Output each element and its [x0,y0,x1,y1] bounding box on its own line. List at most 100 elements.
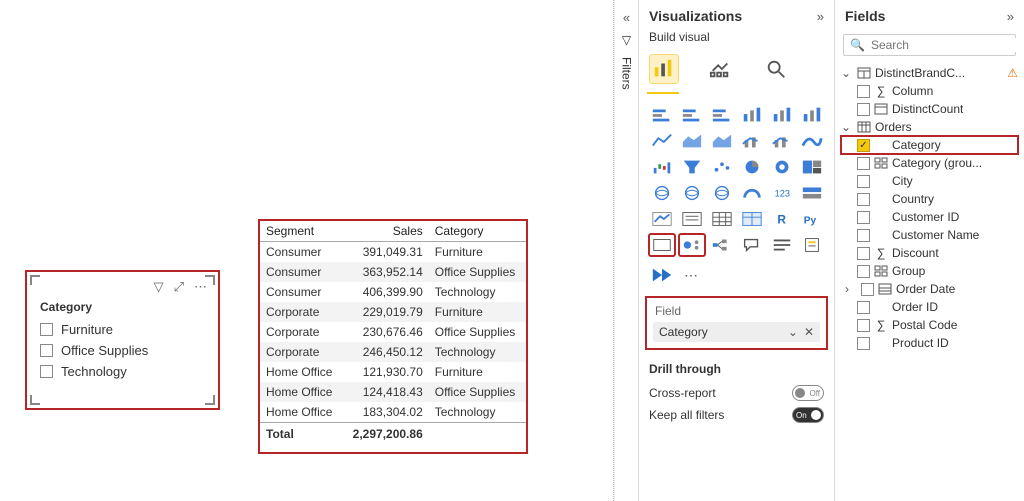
field-node[interactable]: ∑Discount [841,244,1018,262]
column-header[interactable]: Segment [260,221,342,242]
field-node[interactable]: Order ID [841,298,1018,316]
viz-python-visual[interactable] [649,234,675,256]
viz-area[interactable] [679,130,705,152]
viz-powerautomate[interactable] [649,264,675,286]
viz-area-stacked[interactable] [709,130,735,152]
checkbox[interactable] [40,365,53,378]
viz-waterfall[interactable] [649,156,675,178]
field-checkbox[interactable] [857,265,870,278]
viz-ribbon[interactable] [799,130,825,152]
slicer-visual[interactable]: ▽ ⤢ ⋯ Category FurnitureOffice SuppliesT… [25,270,220,410]
field-checkbox[interactable] [857,319,870,332]
viz-line-col2[interactable] [769,130,795,152]
remove-field-icon[interactable]: ✕ [804,325,814,339]
chevron-down-icon[interactable]: ⌄ [841,66,853,80]
field-node[interactable]: Country [841,190,1018,208]
viz-bar100[interactable] [709,104,735,126]
format-visual-tab[interactable] [705,54,735,84]
viz-decomp[interactable] [709,234,735,256]
checkbox[interactable] [40,344,53,357]
field-checkbox[interactable] [857,247,870,260]
field-checkbox[interactable] [861,283,874,296]
viz-gauge[interactable] [739,182,765,204]
viz-treemap[interactable] [799,156,825,178]
field-checkbox[interactable] [857,229,870,242]
field-node[interactable]: ∑Postal Code [841,316,1018,334]
build-visual-tab[interactable] [649,54,679,84]
viz-slicer[interactable] [679,208,705,230]
viz-funnel[interactable] [679,156,705,178]
slicer-item[interactable]: Technology [32,361,213,382]
collapse-visualizations-icon[interactable]: » [817,9,824,24]
viz-line-col[interactable] [739,130,765,152]
field-node[interactable]: DistinctCount [841,100,1018,118]
viz-table[interactable] [709,208,735,230]
field-checkbox[interactable] [857,337,870,350]
field-checkbox[interactable] [857,103,870,116]
viz-narrative[interactable] [769,234,795,256]
viz-matrix[interactable] [739,208,765,230]
filter-icon[interactable]: ▽ [154,279,164,295]
collapse-fields-icon[interactable]: » [1007,9,1014,24]
viz-kpi[interactable] [649,208,675,230]
column-header[interactable]: Category [429,221,526,242]
keep-all-filters-toggle[interactable]: On [792,407,824,423]
table-node[interactable]: ⌄Orders [841,118,1018,136]
viz-paginated[interactable] [799,234,825,256]
viz-more[interactable]: ⋯ [679,264,705,286]
field-chip-category[interactable]: Category ⌄ ✕ [653,322,820,342]
field-node[interactable]: City [841,172,1018,190]
focus-icon[interactable]: ⤢ [174,279,184,295]
slicer-item[interactable]: Furniture [32,319,213,340]
field-node[interactable]: Product ID [841,334,1018,352]
viz-r[interactable]: R [769,208,795,230]
viz-py[interactable]: Py [799,208,825,230]
analytics-tab[interactable] [761,54,791,84]
chevron-right-icon[interactable]: › [845,282,857,296]
viz-azure-map[interactable] [709,182,735,204]
cross-report-toggle[interactable]: Off [792,385,824,401]
field-checkbox[interactable]: ✓ [857,139,870,152]
field-node[interactable]: Customer ID [841,208,1018,226]
visualizations-pane: Visualizations » Build visual 123RPy ⋯ F… [638,0,834,501]
viz-bar-stacked[interactable] [649,104,675,126]
field-checkbox[interactable] [857,157,870,170]
search-input[interactable] [871,38,1024,52]
viz-scatter[interactable] [709,156,735,178]
expand-filters-icon[interactable]: « [623,10,630,25]
field-checkbox[interactable] [857,301,870,314]
field-node[interactable]: Group [841,262,1018,280]
viz-donut[interactable] [769,156,795,178]
slicer-item[interactable]: Office Supplies [32,340,213,361]
viz-line[interactable] [649,130,675,152]
table-visual[interactable]: SegmentSalesCategory Consumer391,049.31F… [258,219,528,454]
column-header[interactable]: Sales [342,221,428,242]
chevron-down-icon[interactable]: ⌄ [788,325,798,339]
viz-multi-card[interactable] [799,182,825,204]
field-node[interactable]: Category (grou... [841,154,1018,172]
field-node[interactable]: ✓Category [841,136,1018,154]
viz-bar-clustered[interactable] [679,104,705,126]
viz-qa[interactable] [739,234,765,256]
report-canvas[interactable]: ▽ ⤢ ⋯ Category FurnitureOffice SuppliesT… [0,0,613,501]
viz-filled-map[interactable] [679,182,705,204]
viz-map[interactable] [649,182,675,204]
viz-pie[interactable] [739,156,765,178]
chevron-down-icon[interactable]: ⌄ [841,120,853,134]
field-checkbox[interactable] [857,211,870,224]
viz-col-clustered[interactable] [739,104,765,126]
viz-key-influencers[interactable] [679,234,705,256]
viz-card[interactable]: 123 [769,182,795,204]
table-node[interactable]: ⌄DistinctBrandC...⚠ [841,64,1018,82]
field-node[interactable]: ›Order Date [841,280,1018,298]
filters-pane-collapsed[interactable]: « ▽ Filters [614,0,638,501]
viz-col-stacked[interactable] [769,104,795,126]
field-checkbox[interactable] [857,85,870,98]
fields-search[interactable]: 🔍 [843,34,1016,56]
field-checkbox[interactable] [857,175,870,188]
checkbox[interactable] [40,323,53,336]
viz-col100[interactable] [799,104,825,126]
field-node[interactable]: ∑Column [841,82,1018,100]
field-checkbox[interactable] [857,193,870,206]
field-node[interactable]: Customer Name [841,226,1018,244]
